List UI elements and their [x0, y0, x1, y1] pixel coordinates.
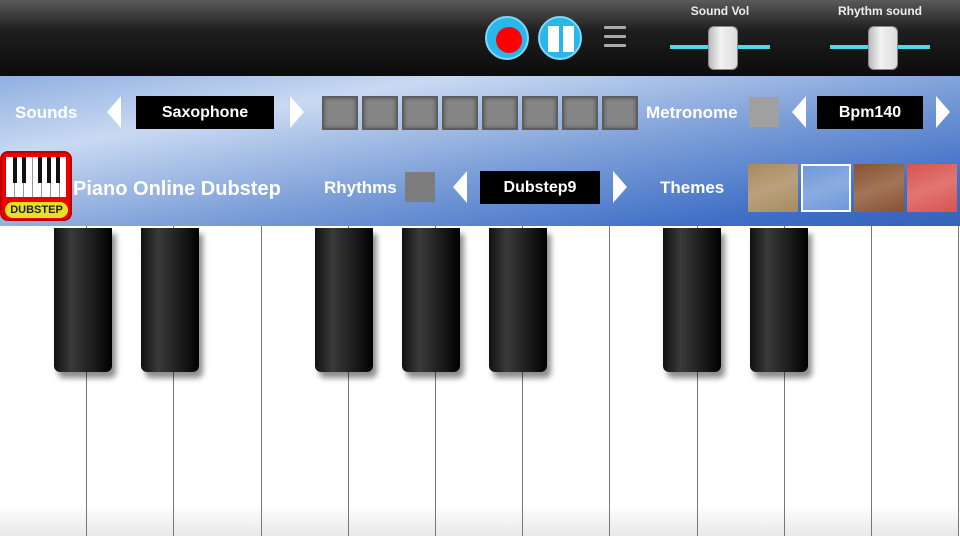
step-pad[interactable]	[562, 96, 598, 130]
rhythms-value: Dubstep9	[480, 171, 600, 204]
record-button[interactable]	[485, 16, 529, 60]
black-key[interactable]	[141, 228, 199, 372]
step-pad[interactable]	[442, 96, 478, 130]
step-pad[interactable]	[482, 96, 518, 130]
black-key[interactable]	[489, 228, 547, 372]
sound-vol-thumb[interactable]	[708, 26, 738, 70]
theme-swatch[interactable]	[854, 164, 904, 212]
app-title: Piano Online Dubstep	[73, 178, 281, 200]
pause-button[interactable]	[538, 16, 582, 60]
sounds-next-icon[interactable]	[290, 96, 304, 128]
theme-swatch[interactable]	[801, 164, 851, 212]
theme-swatch[interactable]	[907, 164, 957, 212]
metronome-next-icon[interactable]	[936, 96, 950, 128]
pause-icon	[548, 26, 559, 52]
rhythms-next-icon[interactable]	[613, 171, 627, 203]
metronome-label: Metronome	[646, 103, 738, 122]
rhythms-label: Rhythms	[324, 178, 397, 197]
black-key[interactable]	[750, 228, 808, 372]
sounds-prev-icon[interactable]	[107, 96, 121, 128]
logo-text: DUBSTEP	[5, 202, 68, 218]
metronome-prev-icon[interactable]	[792, 96, 806, 128]
black-key[interactable]	[54, 228, 112, 372]
step-pad[interactable]	[522, 96, 558, 130]
sound-vol-label: Sound Vol	[690, 4, 750, 18]
app-logo: DUBSTEP	[0, 151, 72, 221]
step-pad[interactable]	[322, 96, 358, 130]
rhythms-toggle[interactable]	[405, 172, 435, 202]
white-key[interactable]	[872, 226, 960, 536]
pause-icon-bar	[563, 26, 574, 52]
step-pad[interactable]	[362, 96, 398, 130]
rhythms-prev-icon[interactable]	[453, 171, 467, 203]
theme-swatch[interactable]	[748, 164, 798, 212]
metronome-toggle[interactable]	[749, 97, 779, 127]
rhythm-sound-thumb[interactable]	[868, 26, 898, 70]
step-pad[interactable]	[602, 96, 638, 130]
black-key[interactable]	[402, 228, 460, 372]
black-key[interactable]	[315, 228, 373, 372]
sounds-label: Sounds	[15, 103, 78, 122]
record-icon	[496, 27, 522, 53]
black-key[interactable]	[663, 228, 721, 372]
top-toolbar	[0, 0, 960, 76]
themes-label: Themes	[660, 178, 725, 197]
sounds-value: Saxophone	[136, 96, 274, 129]
piano-keyboard	[0, 226, 960, 540]
step-pad[interactable]	[402, 96, 438, 130]
rhythm-sound-label: Rhythm sound	[838, 4, 922, 18]
hamburger-menu-icon[interactable]	[604, 26, 626, 50]
metronome-value: Bpm140	[817, 96, 923, 129]
